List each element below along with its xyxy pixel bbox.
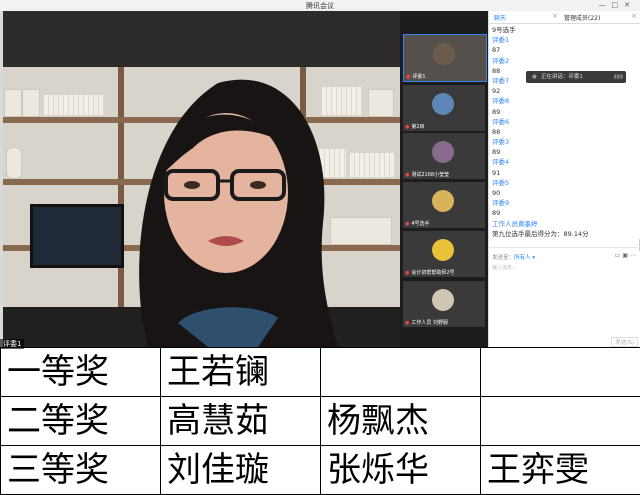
participant-tile[interactable]: ● 工作人员 刘野服: [403, 281, 485, 327]
shelf-books: [44, 95, 104, 115]
participant-strip[interactable]: ● 评委1 ● 第2目 ● 测试2168小莹莹 ● 4号选手 ● 会计初帮帮助师2号 ● 工…: [400, 11, 488, 347]
mic-icon: ●: [405, 172, 410, 178]
send-button[interactable]: 发送(S): [611, 337, 638, 347]
chat-sender-name: 评委2: [492, 56, 510, 65]
video-background-top: [0, 11, 400, 67]
award-level: 二等奖: [0, 396, 161, 446]
participant-name: 4号选手: [411, 221, 430, 227]
award-level: 一等奖: [0, 347, 161, 397]
chat-tools: ▭▣⋯: [615, 252, 638, 259]
participant-name: 工作人员 刘野服: [411, 320, 448, 326]
award-row: 二等奖 高慧茹 杨飘杰: [0, 396, 640, 446]
award-name: 杨飘杰: [320, 396, 481, 446]
close-icon[interactable]: ×: [631, 12, 637, 20]
participant-tile[interactable]: ● 测试2168小莹莹: [403, 133, 485, 179]
chat-message: 91: [492, 168, 501, 177]
speaking-text: 正在讲话：评委1: [540, 74, 583, 80]
chat-sender-name: 评委8: [492, 97, 510, 106]
awards-table: 一等奖 王若镧 二等奖 高慧茹 杨飘杰 三等奖 刘佳璇 张烁华 王弈雯: [0, 347, 640, 495]
window-title: 腾讯会议: [306, 2, 334, 10]
chat-message: 87: [492, 46, 501, 55]
window-controls[interactable]: —□✕: [599, 1, 637, 9]
chat-sender-name: 评委1: [492, 36, 510, 45]
chevron-down-icon[interactable]: ▾: [531, 255, 535, 261]
award-name: 刘佳璇: [160, 445, 321, 495]
chat-sender-name: 评委9: [492, 199, 510, 208]
participant-avatar: [432, 93, 454, 115]
award-row: 一等奖 王若镧: [0, 347, 640, 397]
chat-message: 88: [492, 127, 501, 136]
participant-tile[interactable]: ● 会计初帮帮助师2号: [403, 231, 485, 277]
tab-members[interactable]: 管理成员(22): [564, 13, 600, 22]
chat-sender-name: 工作人员黄墨婷: [492, 219, 538, 228]
mic-icon: ●: [406, 74, 411, 80]
chat-tabs: 聊天 × 管理成员(22) ×: [489, 11, 640, 24]
award-name: [480, 347, 640, 397]
award-level: 三等奖: [0, 445, 161, 495]
shelf-vase: [6, 147, 22, 179]
award-name: [320, 347, 481, 397]
speaking-toast: ● 正在讲话：评委1 ▮▮▮: [526, 71, 626, 83]
chat-message: 92: [492, 87, 501, 96]
participant-avatar: [432, 239, 454, 261]
mic-icon: ●: [532, 74, 537, 80]
chat-sender-name: 评委3: [492, 138, 510, 147]
close-icon[interactable]: ×: [552, 12, 558, 20]
chat-input[interactable]: 输入消息...: [492, 264, 517, 271]
chat-sender-name: 评委4: [492, 158, 510, 167]
send-to-select[interactable]: 所有人: [514, 255, 531, 261]
chat-messages: 9号选手 评委1 87 评委2 88 评委7 92 评委8 89 评委6 88 评委3 89 评委4 91 评…: [492, 25, 638, 239]
tab-chat[interactable]: 聊天: [494, 13, 506, 22]
participant-name: 会计初帮帮助师2号: [411, 270, 455, 276]
chat-message: 89: [492, 148, 501, 157]
chat-message: 9号选手: [492, 26, 516, 34]
shelf-box: [4, 89, 22, 117]
participant-avatar: [433, 43, 455, 65]
participant-name: 测试2168小莹莹: [411, 172, 450, 178]
participant-avatar: [432, 190, 454, 212]
left-edge-strip: [0, 11, 3, 347]
audio-level-icon: ▮▮▮: [613, 74, 623, 80]
award-name: 高慧茹: [160, 396, 321, 446]
mic-icon: ●: [405, 270, 410, 276]
participant-avatar: [432, 141, 454, 163]
chat-message: 第九位选手最后得分为：89.14分: [492, 229, 589, 238]
speaker-person: [139, 79, 338, 347]
award-row: 三等奖 刘佳璇 张烁华 王弈雯: [0, 445, 640, 495]
mic-icon: ●: [405, 124, 410, 130]
close-icon[interactable]: ✕: [624, 1, 636, 9]
participant-avatar: [432, 289, 454, 311]
maximize-icon[interactable]: □: [612, 1, 625, 9]
chat-message: 89: [492, 107, 501, 116]
participant-name: 评委1: [412, 74, 426, 80]
award-name: 王弈雯: [480, 445, 640, 495]
shelf-books: [350, 153, 394, 177]
participant-tile[interactable]: ● 评委1: [403, 34, 487, 82]
mic-icon: ●: [405, 320, 410, 326]
award-name: 王若镧: [160, 347, 321, 397]
minimize-icon[interactable]: —: [599, 1, 612, 9]
chat-message: 90: [492, 189, 501, 197]
image-icon[interactable]: ▣: [622, 252, 630, 259]
send-to[interactable]: 发送至：所有人 ▾: [492, 253, 535, 261]
chat-sender-name: 评委6: [492, 117, 510, 126]
participant-name: 第2目: [411, 124, 425, 130]
chat-panel: 聊天 × 管理成员(22) × 9号选手 评委1 87 评委2 88 评委7 92 评委8 89…: [488, 11, 640, 347]
award-name: 张烁华: [320, 445, 481, 495]
participant-tile[interactable]: ● 4号选手: [403, 182, 485, 228]
send-to-label: 发送至：: [492, 255, 515, 261]
main-video[interactable]: [0, 11, 400, 347]
chat-input-area: 发送至：所有人 ▾ ▭▣⋯ 输入消息... 发送(S): [489, 247, 640, 348]
chat-message: 89: [492, 209, 501, 218]
chat-sender-name: 评委5: [492, 178, 510, 187]
participant-tile[interactable]: ● 第2目: [403, 85, 485, 131]
more-icon[interactable]: ⋯: [630, 252, 638, 259]
shelf-box: [22, 89, 40, 117]
mic-icon: ●: [405, 221, 410, 227]
award-name: [480, 396, 640, 446]
shelf-box: [368, 89, 394, 117]
